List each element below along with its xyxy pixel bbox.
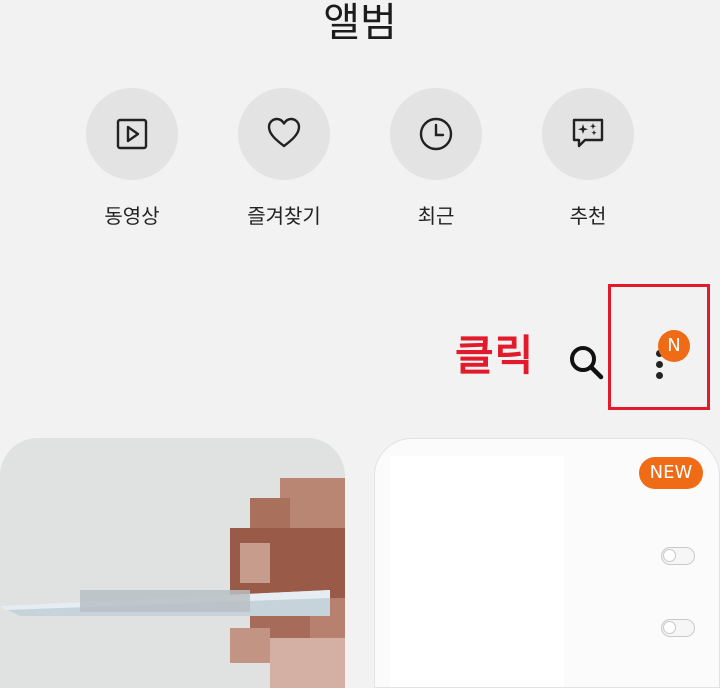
album-thumbnail	[0, 438, 345, 688]
quick-action-label: 최근	[417, 204, 455, 228]
recent-button[interactable]	[390, 88, 482, 180]
page-title: 앨범	[323, 0, 397, 46]
search-icon	[570, 346, 604, 380]
sparkle-chat-icon	[572, 118, 604, 148]
play-icon	[116, 118, 148, 150]
toggle-switch[interactable]	[661, 619, 695, 637]
clock-icon	[419, 117, 453, 151]
suggestions-button[interactable]	[542, 88, 634, 180]
quick-action-label: 추천	[569, 204, 607, 228]
quick-action-recent[interactable]: 최근	[390, 88, 482, 228]
videos-button[interactable]	[86, 88, 178, 180]
quick-action-videos[interactable]: 동영상	[86, 88, 178, 228]
favorites-button[interactable]	[238, 88, 330, 180]
heart-icon	[267, 117, 301, 148]
album-card-right[interactable]: NEW	[374, 438, 720, 688]
click-annotation: 클릭	[455, 331, 535, 380]
annotation-highlight-box	[608, 284, 710, 410]
quick-action-suggestions[interactable]: 추천	[542, 88, 634, 228]
quick-action-label: 동영상	[104, 204, 160, 228]
album-preview	[390, 456, 564, 687]
search-button[interactable]	[566, 342, 606, 382]
new-badge: NEW	[639, 457, 703, 489]
toggle-switch[interactable]	[661, 547, 695, 565]
quick-action-favorites[interactable]: 즐겨찾기	[238, 88, 330, 228]
album-card-left[interactable]	[0, 438, 345, 688]
quick-action-label: 즐겨찾기	[247, 204, 321, 228]
